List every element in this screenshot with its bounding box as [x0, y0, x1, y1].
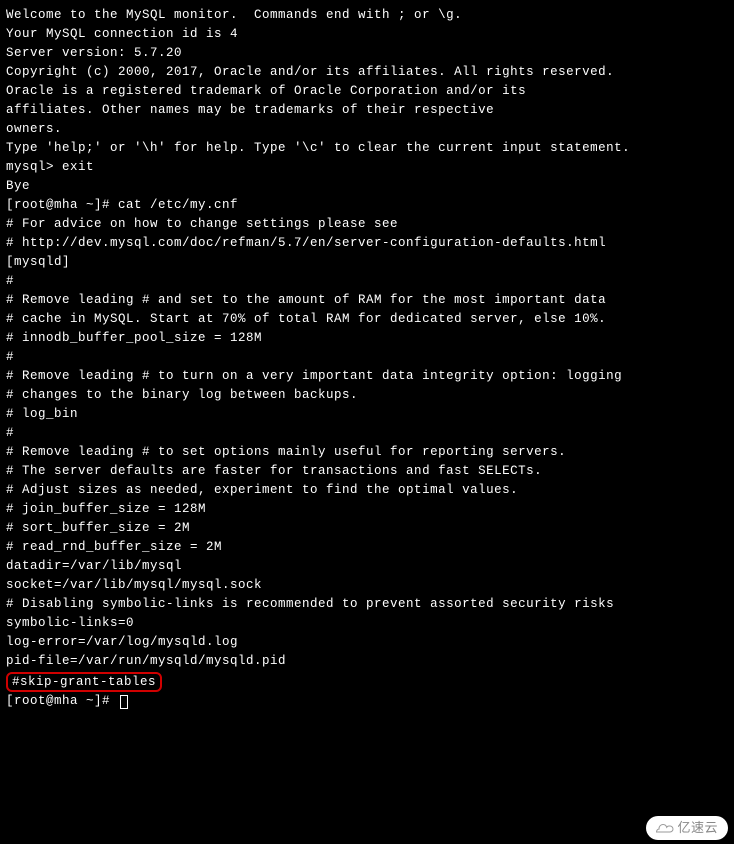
output-line: Your MySQL connection id is 4 — [6, 25, 728, 44]
output-line: # Adjust sizes as needed, experiment to … — [6, 481, 728, 500]
mysql-prompt-line: mysql> exit — [6, 158, 728, 177]
output-line: # changes to the binary log between back… — [6, 386, 728, 405]
output-line: affiliates. Other names may be trademark… — [6, 101, 728, 120]
output-line: # Remove leading # to set options mainly… — [6, 443, 728, 462]
output-line: Copyright (c) 2000, 2017, Oracle and/or … — [6, 63, 728, 82]
output-line: # Remove leading # and set to the amount… — [6, 291, 728, 310]
cursor-icon — [120, 695, 128, 709]
output-line: log-error=/var/log/mysqld.log — [6, 633, 728, 652]
output-line: Type 'help;' or '\h' for help. Type '\c'… — [6, 139, 728, 158]
output-line: socket=/var/lib/mysql/mysql.sock — [6, 576, 728, 595]
output-line: # join_buffer_size = 128M — [6, 500, 728, 519]
output-line: # For advice on how to change settings p… — [6, 215, 728, 234]
watermark-badge: 亿速云 — [646, 816, 728, 840]
output-line: Server version: 5.7.20 — [6, 44, 728, 63]
highlight-box: #skip-grant-tables — [6, 672, 162, 692]
output-line: pid-file=/var/run/mysqld/mysqld.pid — [6, 652, 728, 671]
output-line: Oracle is a registered trademark of Orac… — [6, 82, 728, 101]
output-line: # innodb_buffer_pool_size = 128M — [6, 329, 728, 348]
highlighted-line: #skip-grant-tables — [6, 671, 728, 692]
output-line: # Disabling symbolic-links is recommende… — [6, 595, 728, 614]
shell-command-line: [root@mha ~]# cat /etc/my.cnf — [6, 196, 728, 215]
output-line: symbolic-links=0 — [6, 614, 728, 633]
output-line: Welcome to the MySQL monitor. Commands e… — [6, 6, 728, 25]
output-line: # The server defaults are faster for tra… — [6, 462, 728, 481]
shell-prompt-line[interactable]: [root@mha ~]# — [6, 692, 728, 711]
output-line: # cache in MySQL. Start at 70% of total … — [6, 310, 728, 329]
output-line: # Remove leading # to turn on a very imp… — [6, 367, 728, 386]
shell-prompt: [root@mha ~]# — [6, 692, 118, 711]
output-line: # sort_buffer_size = 2M — [6, 519, 728, 538]
cloud-logo-icon — [654, 821, 674, 835]
output-line: datadir=/var/lib/mysql — [6, 557, 728, 576]
output-line: # — [6, 424, 728, 443]
output-line: owners. — [6, 120, 728, 139]
output-line: # — [6, 272, 728, 291]
output-line: Bye — [6, 177, 728, 196]
terminal-output[interactable]: Welcome to the MySQL monitor. Commands e… — [6, 6, 728, 711]
output-line: # — [6, 348, 728, 367]
watermark-text: 亿速云 — [677, 818, 718, 837]
output-line: [mysqld] — [6, 253, 728, 272]
output-line: # read_rnd_buffer_size = 2M — [6, 538, 728, 557]
output-line: # log_bin — [6, 405, 728, 424]
output-line: # http://dev.mysql.com/doc/refman/5.7/en… — [6, 234, 728, 253]
